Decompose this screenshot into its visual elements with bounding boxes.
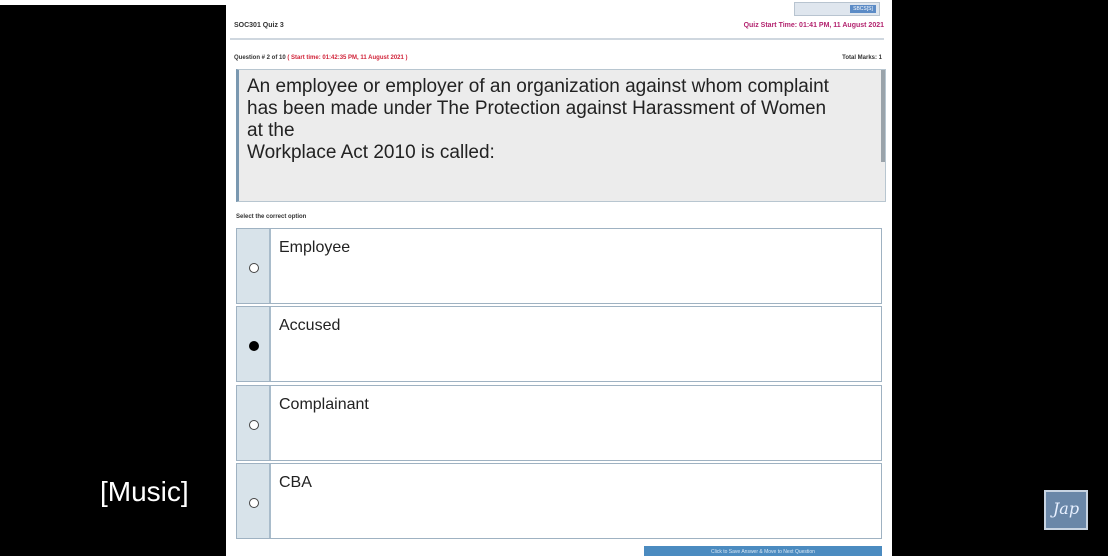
- question-text: An employee or employer of an organizati…: [247, 76, 829, 163]
- question-start-time: ( Start time: 01:42:35 PM, 11 August 202…: [287, 55, 408, 61]
- question-number: Question # 2 of 10: [234, 55, 286, 61]
- option-label: Employee: [279, 239, 351, 256]
- option-complainant[interactable]: Complainant: [236, 385, 882, 461]
- question-info-line: Question # 2 of 10 ( Start time: 01:42:3…: [234, 55, 882, 61]
- quiz-title: SOC301 Quiz 3: [234, 22, 284, 29]
- option-radio-cell[interactable]: [237, 307, 271, 381]
- header-divider: [230, 38, 884, 40]
- option-label: Accused: [279, 317, 341, 334]
- quiz-start-time: Quiz Start Time: 01:41 PM, 11 August 202…: [743, 22, 884, 29]
- option-radio-cell[interactable]: [237, 229, 271, 303]
- radio-button[interactable]: [249, 263, 259, 273]
- option-radio-cell[interactable]: [237, 464, 271, 538]
- radio-button[interactable]: [249, 420, 259, 430]
- option-radio-cell[interactable]: [237, 386, 271, 460]
- question-scrollbar[interactable]: [881, 70, 885, 162]
- total-marks: Total Marks: 1: [842, 55, 882, 61]
- option-accused[interactable]: Accused: [236, 306, 882, 382]
- option-employee[interactable]: Employee: [236, 228, 882, 304]
- option-cba[interactable]: CBA: [236, 463, 882, 539]
- quiz-page: SBCS[S] SOC301 Quiz 3 Quiz Start Time: 0…: [226, 0, 892, 556]
- radio-button-selected[interactable]: [249, 341, 259, 351]
- top-button[interactable]: SBCS[S]: [794, 2, 880, 16]
- radio-button[interactable]: [249, 498, 259, 508]
- top-left-bar: [0, 0, 226, 5]
- select-option-label: Select the correct option: [236, 214, 307, 220]
- save-next-button[interactable]: Click to Save Answer & Move to Next Ques…: [644, 546, 882, 556]
- channel-logo: Jap: [1044, 490, 1088, 530]
- quiz-header: SOC301 Quiz 3 Quiz Start Time: 01:41 PM,…: [230, 18, 884, 38]
- question-box: An employee or employer of an organizati…: [236, 69, 886, 202]
- option-label: Complainant: [279, 396, 369, 413]
- option-label: CBA: [279, 474, 312, 491]
- top-button-label[interactable]: SBCS[S]: [850, 5, 876, 13]
- video-caption: [Music]: [100, 476, 189, 507]
